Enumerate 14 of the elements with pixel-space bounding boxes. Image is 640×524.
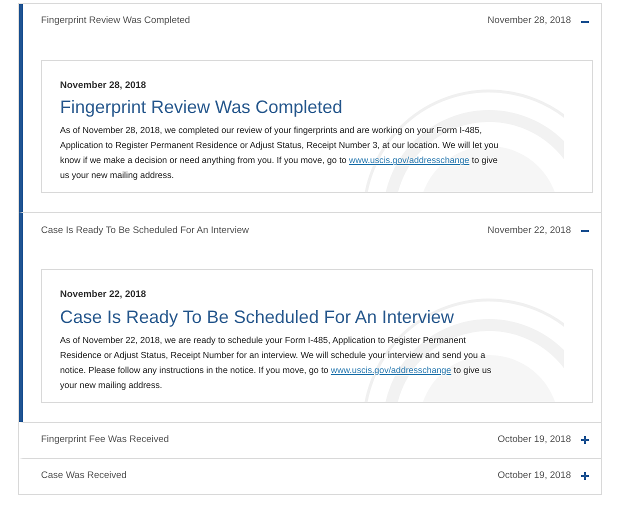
status-heading: Fingerprint Review Was Completed — [60, 96, 344, 120]
status-description: As of November 22, 2018, we are ready to schedule your Form I-485, Application to Register Permanent Residence or Adjust Status, Receipt Number for an interview. We will schedule your interview and send you a notice. Please follow any instructions in the notice. If you move, go to www.uscis.gov/addresschange to give us your new mailing address. — [60, 334, 492, 392]
accordion-header[interactable]: Case Is Ready To Be Scheduled For An Interview November 22, 2018 — [23, 213, 601, 248]
address-change-link[interactable]: www.uscis.gov/addresschange — [330, 364, 452, 374]
status-heading: Case Is Ready To Be Scheduled For An Interview — [60, 306, 455, 329]
plus-icon — [581, 472, 589, 480]
status-date: November 28, 2018 — [60, 79, 148, 93]
accordion-header[interactable]: Case Was Received October 19, 2018 — [23, 458, 601, 494]
accordion-header[interactable]: Fingerprint Fee Was Received October 19, 2018 — [23, 422, 601, 458]
status-description: As of November 28, 2018, we completed our review of your fingerprints and are working on your Form I-485, Application to Register Permanent Residence or Adjust Status, Receipt Number 3, at our location. We will let you know if we make a decision or need anything from you. If you move, go to www.uscis.gov/addresschange to give us your new mailing address. — [60, 124, 500, 182]
status-date: November 22, 2018 — [60, 288, 148, 302]
address-change-link[interactable]: www.uscis.gov/addresschange — [349, 155, 470, 166]
plus-icon — [581, 436, 589, 444]
accordion-header[interactable]: Fingerprint Review Was Completed November 28, 2018 — [23, 4, 601, 39]
